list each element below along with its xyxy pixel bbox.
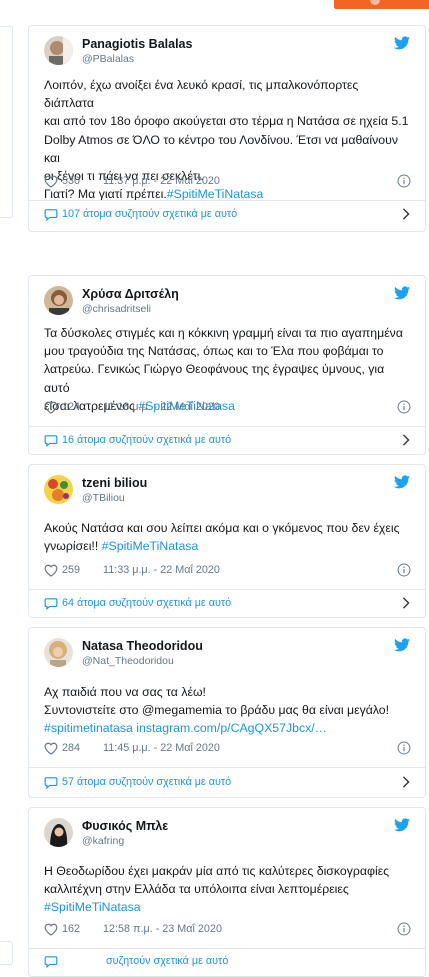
tweet-timestamp[interactable]: 11:37 μ.μ. - 22 Μαΐ 2020 <box>103 175 220 187</box>
hashtag-link[interactable]: #SpitiMeTiNatasa <box>102 539 199 553</box>
avatar[interactable] <box>44 475 73 504</box>
conversation-text[interactable]: 57 άτομα συζητούν σχετικά με αυτό <box>62 776 231 788</box>
author-handle[interactable]: @TBiliou <box>82 492 125 504</box>
chevron-right-icon[interactable] <box>401 434 411 446</box>
info-icon[interactable] <box>397 741 411 755</box>
avatar[interactable] <box>44 286 73 315</box>
divider <box>29 426 425 427</box>
conversation-link[interactable]: συζητούν σχετικά με αυτό <box>44 954 411 970</box>
speech-bubble-icon <box>44 435 58 447</box>
top-orange-button[interactable] <box>334 0 429 9</box>
hashtag-link[interactable]: #SpitiMeTiNatasa <box>44 900 141 914</box>
author-name[interactable]: Natasa Theodoridou <box>82 639 203 653</box>
heart-icon[interactable] <box>44 923 58 936</box>
conversation-link[interactable]: 107 άτομα συζητούν σχετικά με αυτό <box>44 207 411 223</box>
divider <box>29 948 425 949</box>
tweet-card[interactable]: Φυσικός Μπλε @kafring Η Θεοδωρίδου έχει … <box>28 807 426 977</box>
conversation-link[interactable]: 64 άτομα συζητούν σχετικά με αυτό <box>44 596 411 612</box>
conversation-text[interactable]: 107 άτομα συζητούν σχετικά με αυτό <box>62 208 237 220</box>
tweet-meta: 162 12:58 π.μ. - 23 Μαΐ 2020 <box>44 922 411 938</box>
heart-icon[interactable] <box>44 742 58 755</box>
twitter-bird-icon[interactable] <box>394 286 410 300</box>
speech-bubble-icon <box>44 777 58 789</box>
info-icon[interactable] <box>397 563 411 577</box>
speech-bubble-icon <box>44 956 58 968</box>
author-handle[interactable]: @kafring <box>82 835 124 847</box>
tweet-header: Natasa Theodoridou @Nat_Theodoridou <box>44 638 410 672</box>
conversation-text[interactable]: συζητούν σχετικά με αυτό <box>106 955 228 967</box>
tweet-timestamp[interactable]: 11:33 μ.μ. - 22 Μαΐ 2020 <box>103 564 220 576</box>
speech-bubble-icon <box>44 598 58 610</box>
author-name[interactable]: tzeni biliou <box>82 476 147 490</box>
author-name[interactable]: Χρύσα Δριτσέλη <box>82 287 179 301</box>
info-icon[interactable] <box>397 174 411 188</box>
divider <box>29 589 425 590</box>
conversation-link[interactable]: 57 άτομα συζητούν σχετικά με αυτό <box>44 775 411 791</box>
top-orange-icon <box>370 0 380 5</box>
twitter-bird-icon[interactable] <box>394 818 410 832</box>
conversation-link[interactable]: 16 άτομα συζητούν σχετικά με αυτό <box>44 433 411 449</box>
tweet-card[interactable]: tzeni biliou @TBiliou Ακούς Νατάσα και σ… <box>28 464 426 618</box>
like-count: 284 <box>62 742 81 754</box>
tweet-timestamp[interactable]: 11:18 μ.μ. - 22 Μαΐ 2020 <box>103 401 220 413</box>
tweet-meta: 284 11:45 μ.μ. - 22 Μαΐ 2020 <box>44 741 411 757</box>
like-count: 162 <box>62 923 81 935</box>
avatar[interactable] <box>44 638 73 667</box>
tweet-meta: 124 11:18 μ.μ. - 22 Μαΐ 2020 <box>44 400 411 416</box>
avatar[interactable] <box>44 36 73 65</box>
author-name[interactable]: Φυσικός Μπλε <box>82 819 168 833</box>
speech-bubble-icon <box>44 209 58 221</box>
tweet-text: Η Θεοδωρίδου έχει μακράν μία από τις καλ… <box>44 864 390 915</box>
tweet-card[interactable]: Natasa Theodoridou @Nat_Theodoridou Αχ π… <box>28 627 426 798</box>
hashtag-link[interactable]: #spitimetinatasa instagram.com/p/CAgQX57… <box>44 721 327 735</box>
author-handle[interactable]: @Nat_Theodoridou <box>82 655 174 667</box>
tweet-timestamp[interactable]: 12:58 π.μ. - 23 Μαΐ 2020 <box>103 923 222 935</box>
twitter-bird-icon[interactable] <box>394 638 410 652</box>
like-count: 530 <box>62 175 81 187</box>
chevron-right-icon[interactable] <box>401 208 411 220</box>
twitter-bird-icon[interactable] <box>394 475 410 489</box>
author-name[interactable]: Panagiotis Balalas <box>82 37 192 51</box>
conversation-text[interactable]: 64 άτομα συζητούν σχετικά με αυτό <box>62 597 231 609</box>
heart-icon[interactable] <box>44 175 58 188</box>
tweet-header: tzeni biliou @TBiliou <box>44 475 410 509</box>
divider <box>29 200 425 201</box>
tweet-card[interactable]: Χρύσα Δριτσέλη @chrisadritseli Τα δύσκολ… <box>28 275 426 455</box>
divider <box>29 767 425 768</box>
info-icon[interactable] <box>397 400 411 414</box>
twitter-bird-icon[interactable] <box>394 36 410 50</box>
author-handle[interactable]: @chrisadritseli <box>82 303 151 315</box>
conversation-text[interactable]: 16 άτομα συζητούν σχετικά με αυτό <box>62 434 231 446</box>
chevron-right-icon[interactable] <box>401 597 411 609</box>
tweet-timestamp[interactable]: 11:45 μ.μ. - 22 Μαΐ 2020 <box>103 742 220 754</box>
left-card-fragment <box>0 941 13 965</box>
avatar[interactable] <box>44 818 73 847</box>
tweet-meta: 530 11:37 μ.μ. - 22 Μαΐ 2020 <box>44 174 411 190</box>
chevron-right-icon[interactable] <box>401 776 411 788</box>
heart-icon[interactable] <box>44 401 58 414</box>
tweet-meta: 259 11:33 μ.μ. - 22 Μαΐ 2020 <box>44 563 411 579</box>
tweet-header: Φυσικός Μπλε @kafring <box>44 818 410 852</box>
tweet-text: Αχ παιδιά που να σας τα λέω! Συντονιστεί… <box>44 685 390 736</box>
like-count: 259 <box>62 564 81 576</box>
heart-icon[interactable] <box>44 564 58 577</box>
left-card-fragment <box>0 26 13 218</box>
tweet-text: Ακούς Νατάσα και σου λείπει ακόμα και ο … <box>44 521 400 554</box>
tweet-header: Panagiotis Balalas @PBalalas <box>44 36 410 70</box>
like-count: 124 <box>62 401 81 413</box>
author-handle[interactable]: @PBalalas <box>82 53 134 65</box>
tweet-header: Χρύσα Δριτσέλη @chrisadritseli <box>44 286 410 320</box>
tweet-card[interactable]: Panagiotis Balalas @PBalalas Λοιπόν, έχω… <box>28 25 426 232</box>
info-icon[interactable] <box>397 922 411 936</box>
